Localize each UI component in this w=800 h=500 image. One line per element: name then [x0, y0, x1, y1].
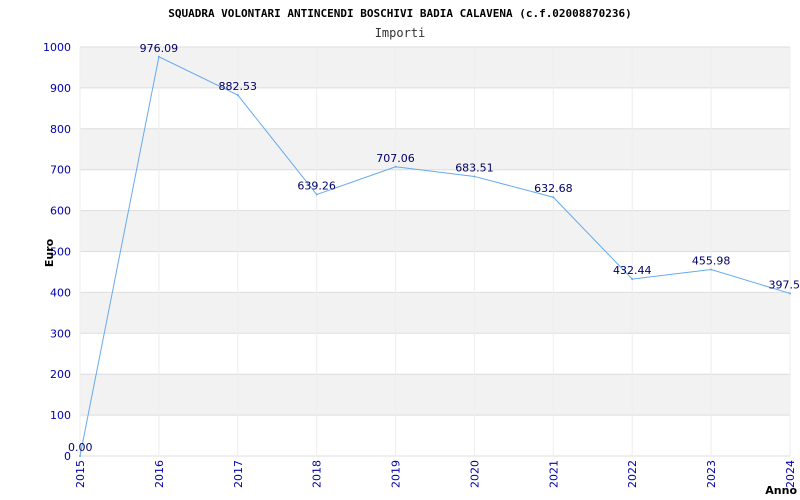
- data-label: 707.06: [376, 152, 415, 165]
- plot-band: [80, 292, 790, 334]
- data-label: 882.53: [219, 80, 258, 93]
- x-axis-label: Anno: [765, 484, 797, 497]
- data-label: 455.98: [692, 255, 731, 268]
- plot-band: [80, 333, 790, 375]
- y-tick-label: 600: [50, 205, 71, 218]
- data-label: 0.00: [68, 441, 93, 454]
- data-point: [789, 292, 791, 295]
- y-axis-label: Euro: [43, 238, 56, 267]
- chart-subtitle: Importi: [375, 26, 426, 40]
- x-tick-label: 2021: [547, 460, 560, 488]
- data-label: 397.5: [769, 278, 800, 291]
- data-point: [236, 94, 239, 97]
- y-tick-label: 700: [50, 164, 71, 177]
- y-tick-label: 300: [50, 327, 71, 340]
- x-tick-label: 2018: [311, 460, 324, 488]
- data-point: [473, 175, 476, 178]
- x-tick-label: 2015: [74, 460, 87, 488]
- plot-band: [80, 374, 790, 416]
- plot-band: [80, 251, 790, 293]
- y-tick-label: 1000: [43, 41, 71, 54]
- data-point: [394, 165, 397, 168]
- data-label: 632.68: [534, 182, 573, 195]
- plot-band: [80, 415, 790, 456]
- data-point: [315, 193, 318, 196]
- chart-title: SQUADRA VOLONTARI ANTINCENDI BOSCHIVI BA…: [168, 7, 632, 20]
- data-label: 639.26: [297, 180, 336, 193]
- data-point: [157, 55, 160, 58]
- plot-band: [80, 47, 790, 88]
- x-tick-label: 2019: [390, 460, 403, 488]
- x-tick-label: 2020: [468, 460, 481, 488]
- data-label: 976.09: [140, 42, 179, 55]
- plot-band: [80, 128, 790, 170]
- y-tick-label: 800: [50, 123, 71, 136]
- x-axis-ticks: 2015 2016 2017 2018 2019 2020 2021 2022 2023 2024: [74, 460, 797, 488]
- data-point: [552, 196, 555, 199]
- plot-band: [80, 210, 790, 252]
- data-point: [631, 278, 634, 281]
- x-tick-label: 2017: [232, 460, 245, 488]
- x-tick-label: 2016: [153, 460, 166, 488]
- plot-band: [80, 87, 790, 129]
- plot-band: [80, 169, 790, 211]
- y-tick-label: 400: [50, 286, 71, 299]
- data-point: [710, 268, 713, 271]
- x-tick-label: 2023: [705, 460, 718, 488]
- chart: SQUADRA VOLONTARI ANTINCENDI BOSCHIVI BA…: [43, 7, 800, 497]
- data-label: 432.44: [613, 264, 652, 277]
- y-tick-label: 100: [50, 409, 71, 422]
- data-label: 683.51: [455, 161, 494, 174]
- x-tick-label: 2022: [626, 460, 639, 488]
- y-tick-label: 200: [50, 368, 71, 381]
- y-tick-label: 900: [50, 82, 71, 95]
- data-point: [79, 455, 81, 457]
